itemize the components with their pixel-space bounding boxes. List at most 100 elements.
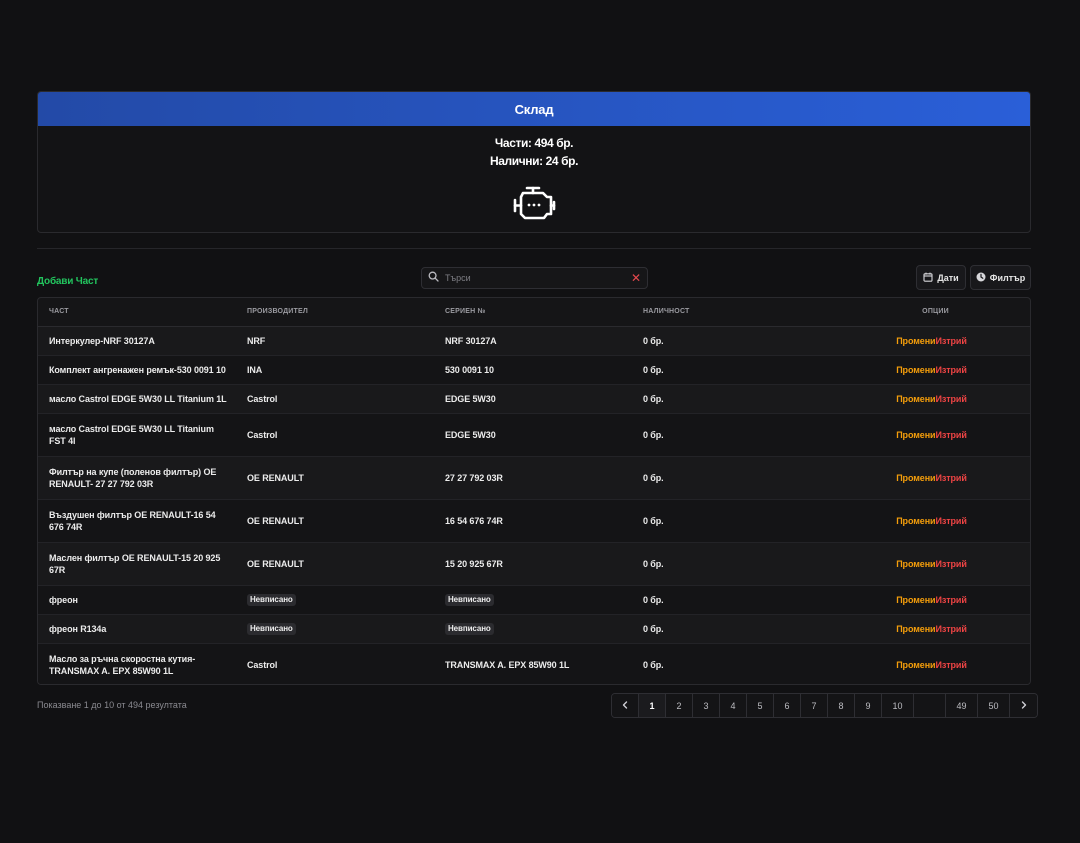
cell-stock: 0 бр. xyxy=(632,455,830,499)
cell-manufacturer: OE RENAULT xyxy=(236,541,434,585)
cell-options: ПромениИзтрий xyxy=(830,613,1030,643)
cell-manufacturer: Castrol xyxy=(236,383,434,413)
edit-button[interactable]: Промени xyxy=(896,336,935,346)
cell-stock: 0 бр. xyxy=(632,383,830,413)
table-row: Маслен филтър OE RENAULT-15 20 925 67R OE… xyxy=(38,541,1030,585)
delete-button[interactable]: Изтрий xyxy=(935,660,966,670)
page-gap xyxy=(914,694,946,717)
results-summary: Показване 1 до 10 от 494 резултата xyxy=(37,700,187,710)
cell-options: ПромениИзтрий xyxy=(830,325,1030,355)
dates-label: Дати xyxy=(937,272,959,283)
cell-manufacturer: OE RENAULT xyxy=(236,498,434,542)
cell-part: Масло за ръчна скоростна кутия-TRANSMAX … xyxy=(38,642,236,684)
cell-part: Въздушен филтър OE RENAULT-16 54 676 74R xyxy=(38,498,236,542)
delete-button[interactable]: Изтрий xyxy=(935,430,966,440)
clear-search-icon[interactable]: ✕ xyxy=(631,272,641,284)
cell-serial: Невписано xyxy=(434,584,632,614)
cell-part: масло Castrol EDGE 5W30 LL Titanium 1L xyxy=(38,383,236,413)
page-button-1[interactable]: 1 xyxy=(639,694,666,717)
cell-manufacturer: NRF xyxy=(236,325,434,355)
delete-button[interactable]: Изтрий xyxy=(935,365,966,375)
filter-button[interactable]: Филтър xyxy=(970,265,1031,290)
available-count: Налични: 24 бр. xyxy=(489,154,579,168)
delete-button[interactable]: Изтрий xyxy=(935,559,966,569)
delete-button[interactable]: Изтрий xyxy=(935,624,966,634)
cell-part: Маслен филтър OE RENAULT-15 20 925 67R xyxy=(38,541,236,585)
next-page-button[interactable] xyxy=(1010,694,1037,717)
filter-label: Филтър xyxy=(989,272,1026,283)
page-button-10[interactable]: 10 xyxy=(882,694,914,717)
delete-button[interactable]: Изтрий xyxy=(935,473,966,483)
section-divider xyxy=(37,248,1031,249)
cell-manufacturer: Невписано xyxy=(236,584,434,614)
clock-icon xyxy=(976,272,986,284)
chevron-right-icon xyxy=(1020,700,1028,711)
warehouse-card: Склад Части: 494 бр. Налични: 24 бр. xyxy=(37,91,1031,233)
page-button-3[interactable]: 3 xyxy=(693,694,720,717)
delete-button[interactable]: Изтрий xyxy=(935,595,966,605)
cell-stock: 0 бр. xyxy=(632,613,830,643)
cell-options: ПромениИзтрий xyxy=(830,455,1030,499)
page-button-2[interactable]: 2 xyxy=(666,694,693,717)
header-stock[interactable]: Наличност xyxy=(632,298,830,327)
edit-button[interactable]: Промени xyxy=(896,473,935,483)
header-options: Опции xyxy=(830,298,1030,327)
unset-badge: Невписано xyxy=(445,623,494,635)
page-button-9[interactable]: 9 xyxy=(855,694,882,717)
page-button-4[interactable]: 4 xyxy=(720,694,747,717)
table-header-row: Част Производител Сериен № Наличност Опц… xyxy=(38,298,1030,327)
page-button-8[interactable]: 8 xyxy=(828,694,855,717)
cell-serial: 530 0091 10 xyxy=(434,354,632,384)
delete-button[interactable]: Изтрий xyxy=(935,394,966,404)
prev-page-button[interactable] xyxy=(612,694,639,717)
cell-part: фреон R134a xyxy=(38,613,236,643)
header-part[interactable]: Част xyxy=(38,298,236,327)
cell-stock: 0 бр. xyxy=(632,498,830,542)
cell-part: Комплект ангренажен ремък-530 0091 10 xyxy=(38,354,236,384)
delete-button[interactable]: Изтрий xyxy=(935,516,966,526)
cell-manufacturer: Невписано xyxy=(236,613,434,643)
edit-button[interactable]: Промени xyxy=(896,624,935,634)
page-button-5[interactable]: 5 xyxy=(747,694,774,717)
edit-button[interactable]: Промени xyxy=(896,430,935,440)
edit-button[interactable]: Промени xyxy=(896,394,935,404)
delete-button[interactable]: Изтрий xyxy=(935,336,966,346)
cell-options: ПромениИзтрий xyxy=(830,642,1030,684)
table-row: Масло за ръчна скоростна кутия-TRANSMAX … xyxy=(38,642,1030,684)
search-box: ✕ xyxy=(421,267,648,289)
table-row: фреон R134a Невписано Невписано 0 бр. Промен… xyxy=(38,613,1030,643)
edit-button[interactable]: Промени xyxy=(896,559,935,569)
edit-button[interactable]: Промени xyxy=(896,595,935,605)
search-icon xyxy=(428,269,439,287)
cell-part: Интеркулер-NRF 30127A xyxy=(38,325,236,355)
cell-options: ПромениИзтрий xyxy=(830,541,1030,585)
parts-table: Част Производител Сериен № Наличност Опц… xyxy=(38,298,1030,684)
parts-count: Части: 494 бр. xyxy=(494,136,574,150)
cell-serial: Невписано xyxy=(434,613,632,643)
warehouse-stats: Части: 494 бр. Налични: 24 бр. xyxy=(38,126,1030,227)
page-button-49[interactable]: 49 xyxy=(946,694,978,717)
edit-button[interactable]: Промени xyxy=(896,365,935,375)
page-button-50[interactable]: 50 xyxy=(978,694,1010,717)
cell-stock: 0 бр. xyxy=(632,584,830,614)
cell-stock: 0 бр. xyxy=(632,541,830,585)
search-input[interactable] xyxy=(445,273,631,283)
cell-manufacturer: Castrol xyxy=(236,642,434,684)
edit-button[interactable]: Промени xyxy=(896,660,935,670)
cell-part: Филтър на купе (поленов филтър) OE RENAU… xyxy=(38,455,236,499)
cell-stock: 0 бр. xyxy=(632,325,830,355)
dates-button[interactable]: Дати xyxy=(916,265,966,290)
chevron-left-icon xyxy=(621,700,629,711)
cell-serial: 27 27 792 03R xyxy=(434,455,632,499)
header-serial[interactable]: Сериен № xyxy=(434,298,632,327)
page-button-7[interactable]: 7 xyxy=(801,694,828,717)
add-part-button[interactable]: Добави Част xyxy=(37,276,98,287)
warehouse-title: Склад xyxy=(514,101,554,117)
cell-options: ПромениИзтрий xyxy=(830,498,1030,542)
pagination: 1 2 3 4 5 6 7 8 9 10 49 50 xyxy=(611,693,1038,718)
cell-manufacturer: INA xyxy=(236,354,434,384)
engine-icon xyxy=(511,184,557,227)
header-manufacturer[interactable]: Производител xyxy=(236,298,434,327)
edit-button[interactable]: Промени xyxy=(896,516,935,526)
page-button-6[interactable]: 6 xyxy=(774,694,801,717)
